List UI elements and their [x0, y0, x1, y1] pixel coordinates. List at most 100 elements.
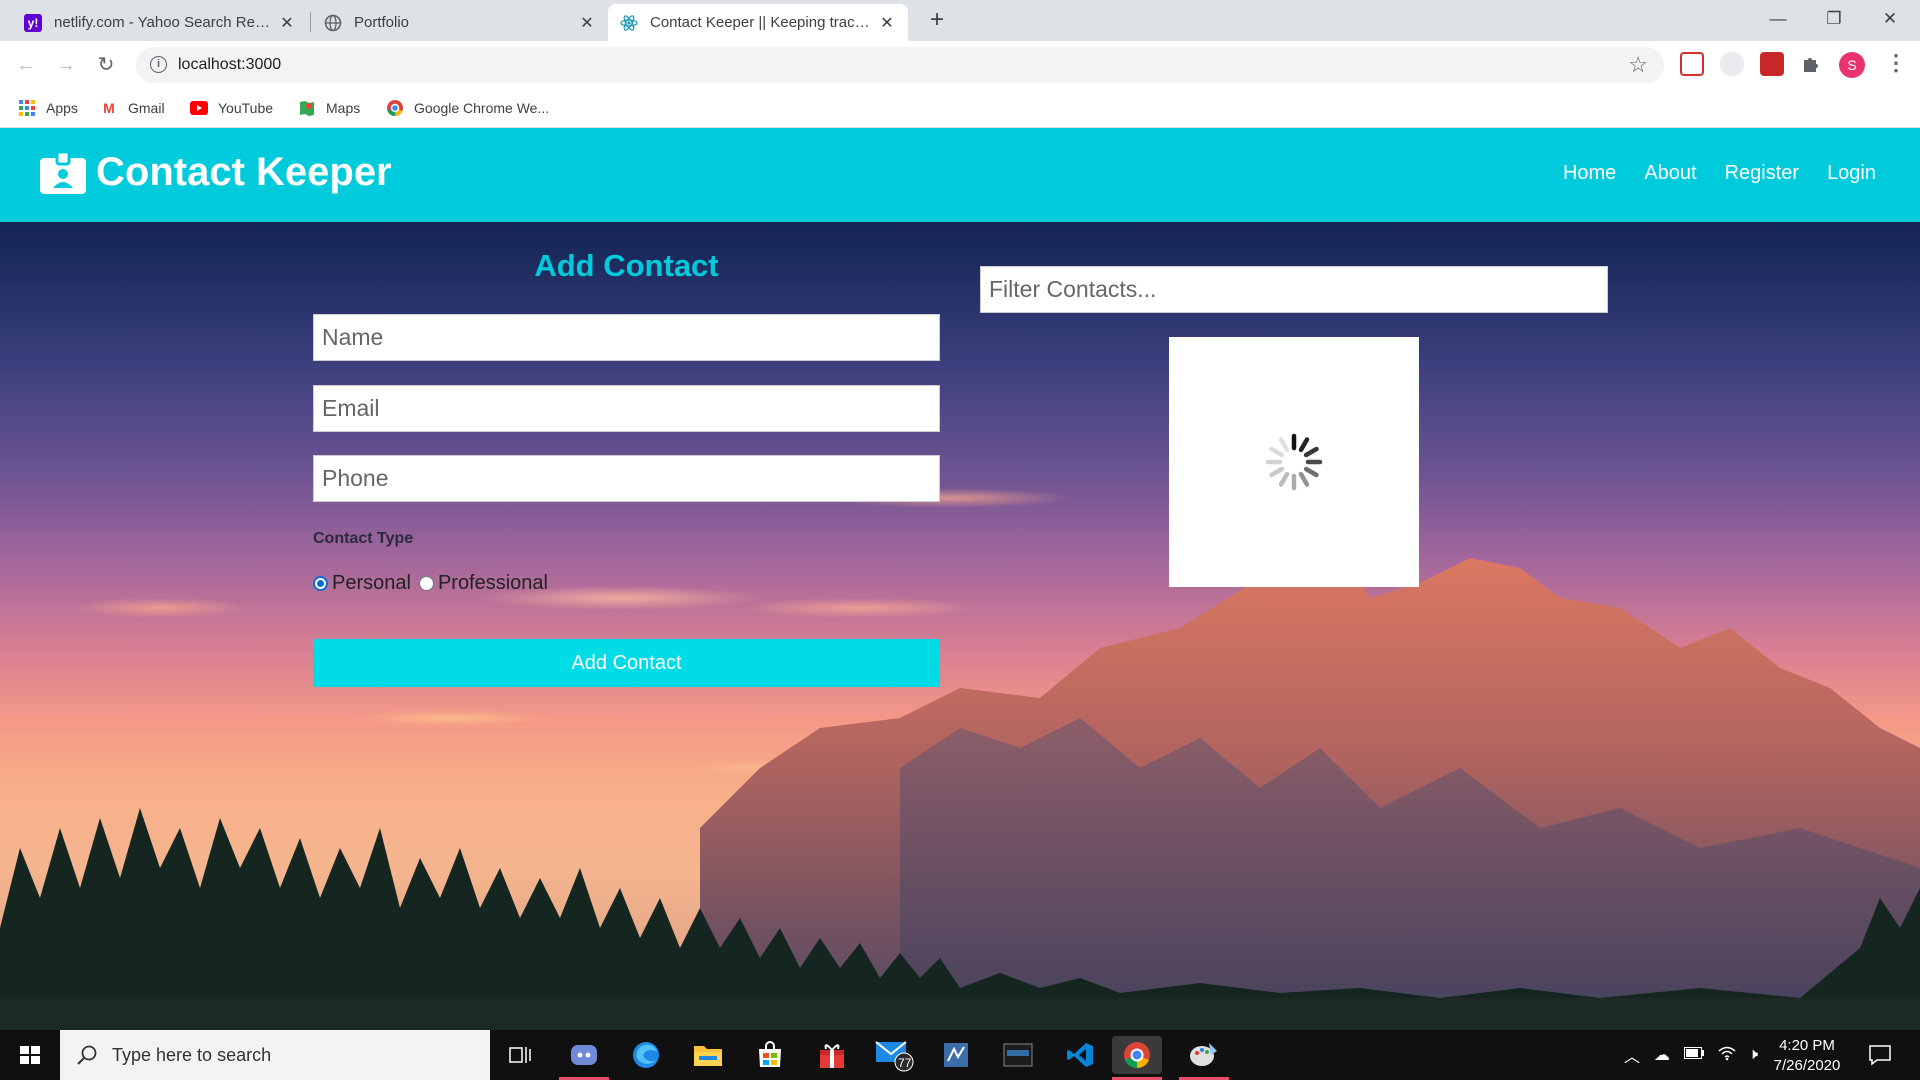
browser-tab-strip: y! netlify.com - Yahoo Search Results ✕ … [0, 0, 1920, 41]
microsoft-store-icon[interactable] [750, 1036, 790, 1074]
tab-yahoo-search[interactable]: y! netlify.com - Yahoo Search Results ✕ [12, 4, 308, 41]
bookmark-maps[interactable]: Maps [298, 96, 360, 120]
bookmark-label: YouTube [218, 100, 274, 116]
url-text: localhost:3000 [178, 56, 282, 73]
new-tab-button[interactable]: + [922, 6, 952, 36]
search-icon [77, 1045, 97, 1065]
back-arrow-icon[interactable]: ← [12, 51, 40, 79]
system-tray: ︿ ☁ 🕨 [1624, 1030, 1758, 1080]
windows-logo-icon [20, 1046, 40, 1064]
taskbar-clock[interactable]: 4:20 PM 7/26/2020 [1762, 1036, 1852, 1076]
nav-links: Home About Register Login [1535, 162, 1876, 185]
nav-link-register[interactable]: Register [1725, 162, 1799, 185]
chrome-menu-icon[interactable]: ⋮ [1885, 50, 1907, 76]
bookmarks-bar: Apps M Gmail YouTube Maps Google Chrome … [0, 88, 1920, 128]
personal-radio-label[interactable]: Personal [332, 572, 411, 595]
brand-title: Contact Keeper [96, 150, 392, 194]
gmail-icon: M [103, 100, 115, 116]
bookmark-chrome-web-store[interactable]: Google Chrome We... [386, 96, 549, 120]
mail-icon[interactable]: 77 [874, 1036, 914, 1074]
yahoo-icon: y! [24, 13, 42, 32]
minimize-window-button[interactable]: — [1750, 0, 1806, 40]
taskbar-search-box[interactable]: Type here to search [60, 1030, 490, 1080]
volume-muted-icon[interactable]: 🕨 [1748, 1046, 1758, 1064]
tab-contact-keeper[interactable]: Contact Keeper || Keeping track of conta… [608, 4, 908, 41]
tab-divider [310, 12, 311, 32]
phone-input[interactable] [313, 455, 940, 502]
react-icon [620, 14, 638, 32]
contacts-loading-panel [1169, 337, 1419, 587]
email-input[interactable] [313, 385, 940, 432]
youtube-icon [190, 99, 208, 117]
tab-portfolio[interactable]: Portfolio ✕ [312, 4, 608, 41]
address-bar[interactable]: i localhost:3000 ☆ [136, 47, 1664, 83]
apps-grid-icon [18, 99, 36, 117]
battery-icon[interactable] [1684, 1046, 1705, 1064]
bookmark-label: Gmail [128, 100, 165, 116]
nav-link-about[interactable]: About [1644, 162, 1696, 185]
contact-type-radio-group: Personal Professional [313, 572, 556, 595]
nav-link-login[interactable]: Login [1827, 162, 1876, 185]
bookmark-label: Maps [326, 100, 361, 116]
tab-title: Contact Keeper || Keeping track of conta… [650, 14, 872, 31]
clock-date: 7/26/2020 [1773, 1057, 1841, 1074]
site-info-icon[interactable]: i [150, 56, 167, 73]
add-contact-button[interactable]: Add Contact [313, 639, 940, 687]
chrome-taskbar-icon[interactable] [1112, 1036, 1162, 1080]
reload-icon[interactable]: ↻ [92, 51, 120, 79]
pocket-extension-icon[interactable] [1680, 52, 1704, 76]
bookmark-star-icon[interactable]: ☆ [1628, 52, 1648, 78]
edge-browser-icon[interactable] [626, 1036, 666, 1074]
windows-taskbar: Type here to search 77 ︿ ☁ 🕨 4:20 PM 7/2… [0, 1030, 1920, 1080]
gift-app-icon[interactable] [812, 1036, 852, 1074]
close-tab-icon[interactable]: ✕ [278, 13, 296, 33]
chrome-icon [386, 99, 404, 117]
add-contact-title: Add Contact [534, 248, 719, 283]
browser-toolbar: ← → ↻ i localhost:3000 ☆ [0, 41, 1920, 88]
task-view-icon[interactable] [500, 1036, 540, 1074]
professional-radio[interactable] [418, 576, 434, 591]
show-hidden-icons-chevron-icon[interactable]: ︿ [1624, 1043, 1640, 1067]
mountain-landscape-background [0, 536, 1920, 1030]
nav-link-home[interactable]: Home [1563, 162, 1616, 185]
extension-icon[interactable] [1720, 52, 1744, 76]
loading-spinner-icon [1265, 433, 1323, 491]
close-tab-icon[interactable]: ✕ [878, 13, 896, 33]
bookmark-apps[interactable]: Apps [18, 96, 78, 120]
close-tab-icon[interactable]: ✕ [578, 13, 596, 33]
paint-app-icon[interactable] [1179, 1036, 1229, 1080]
puzzle-extensions-icon[interactable] [1800, 52, 1824, 76]
onedrive-cloud-icon[interactable]: ☁ [1654, 1045, 1670, 1065]
bookmark-label: Apps [46, 100, 78, 116]
taskbar-search-placeholder: Type here to search [112, 1044, 272, 1065]
wifi-icon[interactable] [1718, 1045, 1736, 1066]
page-viewport: Contact Keeper Home About Register Login… [0, 128, 1920, 1030]
discord-icon[interactable] [559, 1036, 609, 1080]
profile-avatar[interactable]: S [1839, 52, 1865, 78]
forward-arrow-icon[interactable]: → [52, 51, 80, 79]
mysql-shell-icon[interactable] [998, 1036, 1038, 1074]
bookmark-gmail[interactable]: M Gmail [100, 96, 165, 120]
professional-radio-label[interactable]: Professional [438, 572, 548, 595]
action-center-icon[interactable] [1868, 1043, 1892, 1067]
maps-icon [298, 99, 316, 117]
bookmark-youtube[interactable]: YouTube [190, 96, 273, 120]
bookmark-label: Google Chrome We... [414, 100, 550, 116]
close-window-button[interactable]: ✕ [1862, 0, 1918, 40]
extension-icon[interactable] [1760, 52, 1784, 76]
file-explorer-icon[interactable] [688, 1036, 728, 1074]
vscode-icon[interactable] [1060, 1036, 1100, 1074]
personal-radio[interactable] [313, 576, 328, 591]
restore-window-button[interactable]: ❐ [1806, 0, 1862, 40]
app-navbar: Contact Keeper Home About Register Login [0, 128, 1920, 222]
mysql-workbench-icon[interactable] [936, 1036, 976, 1074]
tab-title: Portfolio [354, 14, 410, 31]
clock-time: 4:20 PM [1779, 1037, 1835, 1054]
globe-icon [324, 14, 342, 32]
windows-start-button[interactable] [0, 1030, 60, 1080]
brand-logo[interactable]: Contact Keeper [40, 150, 392, 195]
contact-type-label: Contact Type [313, 530, 414, 547]
name-input[interactable] [313, 314, 940, 361]
filter-contacts-input[interactable] [980, 266, 1608, 313]
mail-unread-badge: 77 [898, 1056, 912, 1070]
